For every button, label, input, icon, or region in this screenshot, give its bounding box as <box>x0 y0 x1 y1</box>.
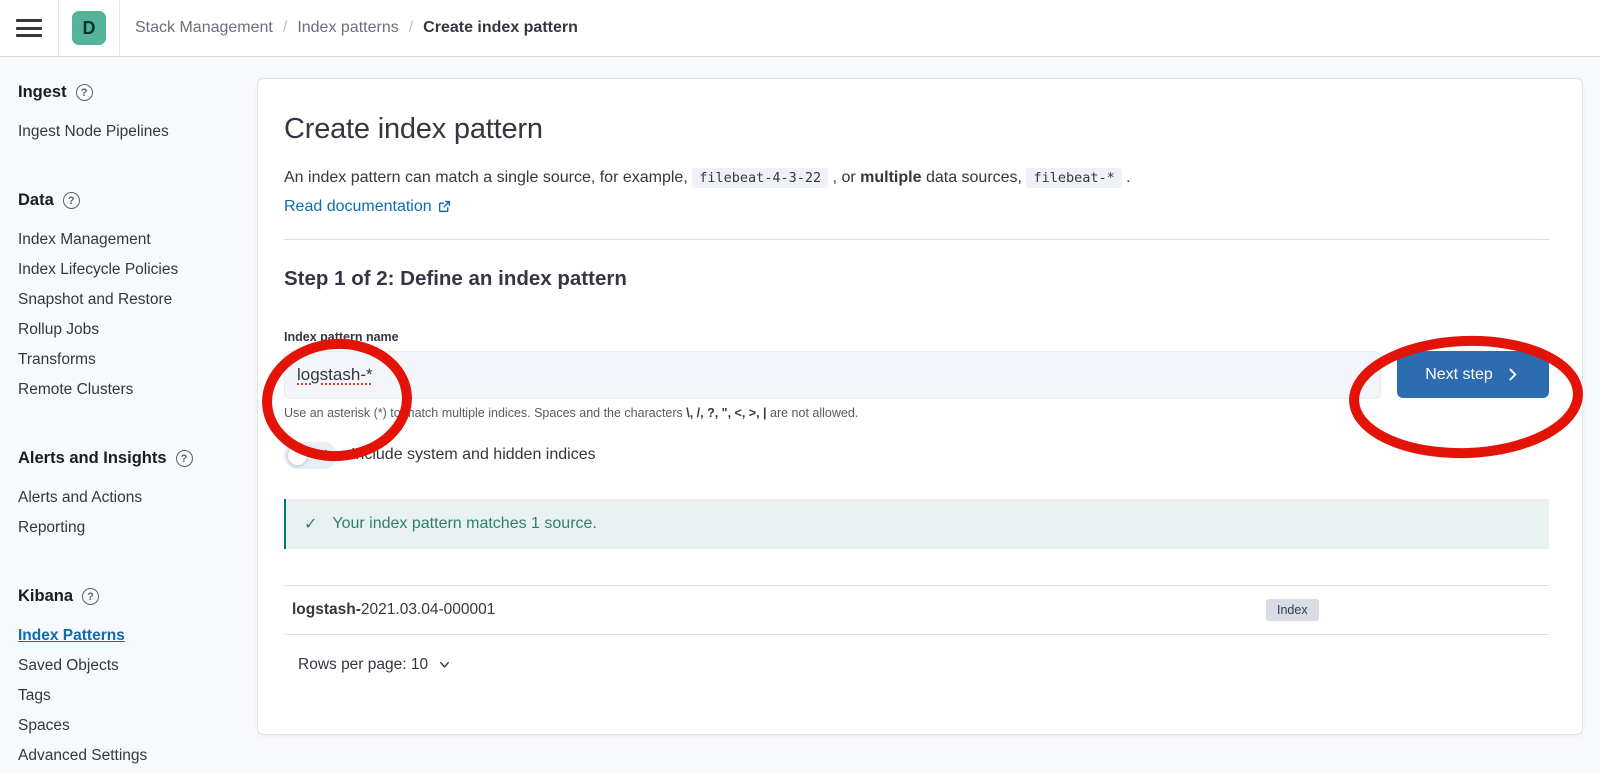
sidebar-item-tags[interactable]: Tags <box>18 681 242 711</box>
menu-hamburger-icon[interactable] <box>16 19 42 37</box>
management-sidebar: Ingest ? Ingest Node Pipelines Data ? In… <box>0 57 252 773</box>
sidebar-item-index-patterns[interactable]: Index Patterns <box>18 621 242 651</box>
success-callout-text: Your index pattern matches 1 source. <box>332 515 596 533</box>
toggle-label: Include system and hidden indices <box>351 446 596 464</box>
page-title: Create index pattern <box>284 113 1549 146</box>
read-documentation-link[interactable]: Read documentation <box>284 198 451 216</box>
input-helper-text: Use an asterisk (*) to match multiple in… <box>284 406 1549 420</box>
toggle-knob <box>287 445 308 466</box>
sidebar-heading-label: Data <box>18 191 54 210</box>
sidebar-group-kibana: Kibana ? Index Patterns Saved Objects Ta… <box>18 587 242 771</box>
sidebar-group-data: Data ? Index Management Index Lifecycle … <box>18 191 242 405</box>
help-icon[interactable]: ? <box>176 450 193 467</box>
breadcrumb: Stack Management / Index patterns / Crea… <box>135 19 578 37</box>
help-icon[interactable]: ? <box>76 84 93 101</box>
help-icon[interactable]: ? <box>82 588 99 605</box>
breadcrumb-separator: / <box>283 19 287 37</box>
index-name-matched-part: logstash- <box>292 601 361 618</box>
intro-text-segment: data sources, <box>922 169 1027 186</box>
intro-bold-word: multiple <box>860 169 921 186</box>
sidebar-item-advanced-settings[interactable]: Advanced Settings <box>18 741 242 771</box>
sidebar-heading-label: Alerts and Insights <box>18 449 167 468</box>
intro-text-segment: . <box>1122 169 1131 186</box>
index-name: logstash-2021.03.04-000001 <box>292 601 495 619</box>
example-code-single-source: filebeat-4-3-22 <box>692 168 828 188</box>
helper-text-segment: are not allowed. <box>767 406 859 420</box>
hidden-indices-toggle-row: ✕ Include system and hidden indices <box>284 442 1549 469</box>
read-documentation-label: Read documentation <box>284 198 432 216</box>
sidebar-item-snapshot-and-restore[interactable]: Snapshot and Restore <box>18 285 242 315</box>
create-index-pattern-panel: Create index pattern An index pattern ca… <box>257 78 1583 735</box>
helper-disallowed-characters: \, /, ?, ", <, >, | <box>686 406 766 420</box>
sidebar-item-transforms[interactable]: Transforms <box>18 345 242 375</box>
external-link-icon <box>438 200 451 213</box>
breadcrumb-separator: / <box>409 19 413 37</box>
table-row: logstash-2021.03.04-000001 Index <box>284 586 1549 634</box>
breadcrumb-current-page: Create index pattern <box>423 19 578 37</box>
breadcrumb-index-patterns[interactable]: Index patterns <box>297 19 398 37</box>
help-icon[interactable]: ? <box>63 192 80 209</box>
space-avatar[interactable]: D <box>72 11 106 45</box>
step-heading: Step 1 of 2: Define an index pattern <box>284 267 1549 291</box>
sidebar-item-reporting[interactable]: Reporting <box>18 513 242 543</box>
intro-text-segment: , or <box>828 169 860 186</box>
sidebar-heading-kibana: Kibana ? <box>18 587 242 606</box>
toggle-off-x-icon: ✕ <box>316 446 329 464</box>
sidebar-item-spaces[interactable]: Spaces <box>18 711 242 741</box>
sidebar-heading-label: Ingest <box>18 83 67 102</box>
sidebar-heading-data: Data ? <box>18 191 242 210</box>
sidebar-group-ingest: Ingest ? Ingest Node Pipelines <box>18 83 242 147</box>
chevron-right-icon <box>1504 366 1521 383</box>
index-pattern-name-input[interactable]: logstash-* <box>284 351 1381 399</box>
rows-per-page-label: Rows per page: 10 <box>298 656 428 674</box>
index-pattern-form-row: logstash-* Next step <box>284 351 1549 399</box>
index-pattern-name-label: Index pattern name <box>284 330 1549 344</box>
sidebar-item-saved-objects[interactable]: Saved Objects <box>18 651 242 681</box>
success-callout: ✓ Your index pattern matches 1 source. <box>284 499 1549 549</box>
section-divider <box>284 239 1549 240</box>
sidebar-heading-label: Kibana <box>18 587 73 606</box>
sidebar-item-index-management[interactable]: Index Management <box>18 225 242 255</box>
example-code-wildcard: filebeat-* <box>1026 168 1121 188</box>
topbar-divider <box>119 0 120 57</box>
sidebar-item-alerts-and-actions[interactable]: Alerts and Actions <box>18 483 242 513</box>
breadcrumb-stack-management[interactable]: Stack Management <box>135 19 273 37</box>
sidebar-item-ingest-node-pipelines[interactable]: Ingest Node Pipelines <box>18 117 242 147</box>
next-step-button[interactable]: Next step <box>1397 351 1549 398</box>
intro-text-segment: An index pattern can match a single sour… <box>284 169 692 186</box>
sidebar-group-alerts-and-insights: Alerts and Insights ? Alerts and Actions… <box>18 449 242 543</box>
matching-sources-table: logstash-2021.03.04-000001 Index <box>284 585 1549 635</box>
rows-per-page-selector[interactable]: Rows per page: 10 <box>298 656 452 674</box>
chevron-down-icon <box>437 657 452 672</box>
index-type-badge: Index <box>1266 599 1319 621</box>
sidebar-item-remote-clusters[interactable]: Remote Clusters <box>18 375 242 405</box>
index-pattern-input-value: logstash-* <box>297 365 373 385</box>
top-navigation-bar: D Stack Management / Index patterns / Cr… <box>0 0 1600 57</box>
sidebar-heading-alerts-and-insights: Alerts and Insights ? <box>18 449 242 468</box>
helper-text-segment: Use an asterisk (*) to match multiple in… <box>284 406 686 420</box>
include-hidden-indices-toggle[interactable]: ✕ <box>284 442 337 469</box>
sidebar-item-rollup-jobs[interactable]: Rollup Jobs <box>18 315 242 345</box>
checkmark-icon: ✓ <box>304 514 317 534</box>
sidebar-item-index-lifecycle-policies[interactable]: Index Lifecycle Policies <box>18 255 242 285</box>
next-step-label: Next step <box>1425 366 1493 384</box>
intro-text: An index pattern can match a single sour… <box>284 165 1549 191</box>
sidebar-heading-ingest: Ingest ? <box>18 83 242 102</box>
index-name-rest: 2021.03.04-000001 <box>361 601 495 618</box>
